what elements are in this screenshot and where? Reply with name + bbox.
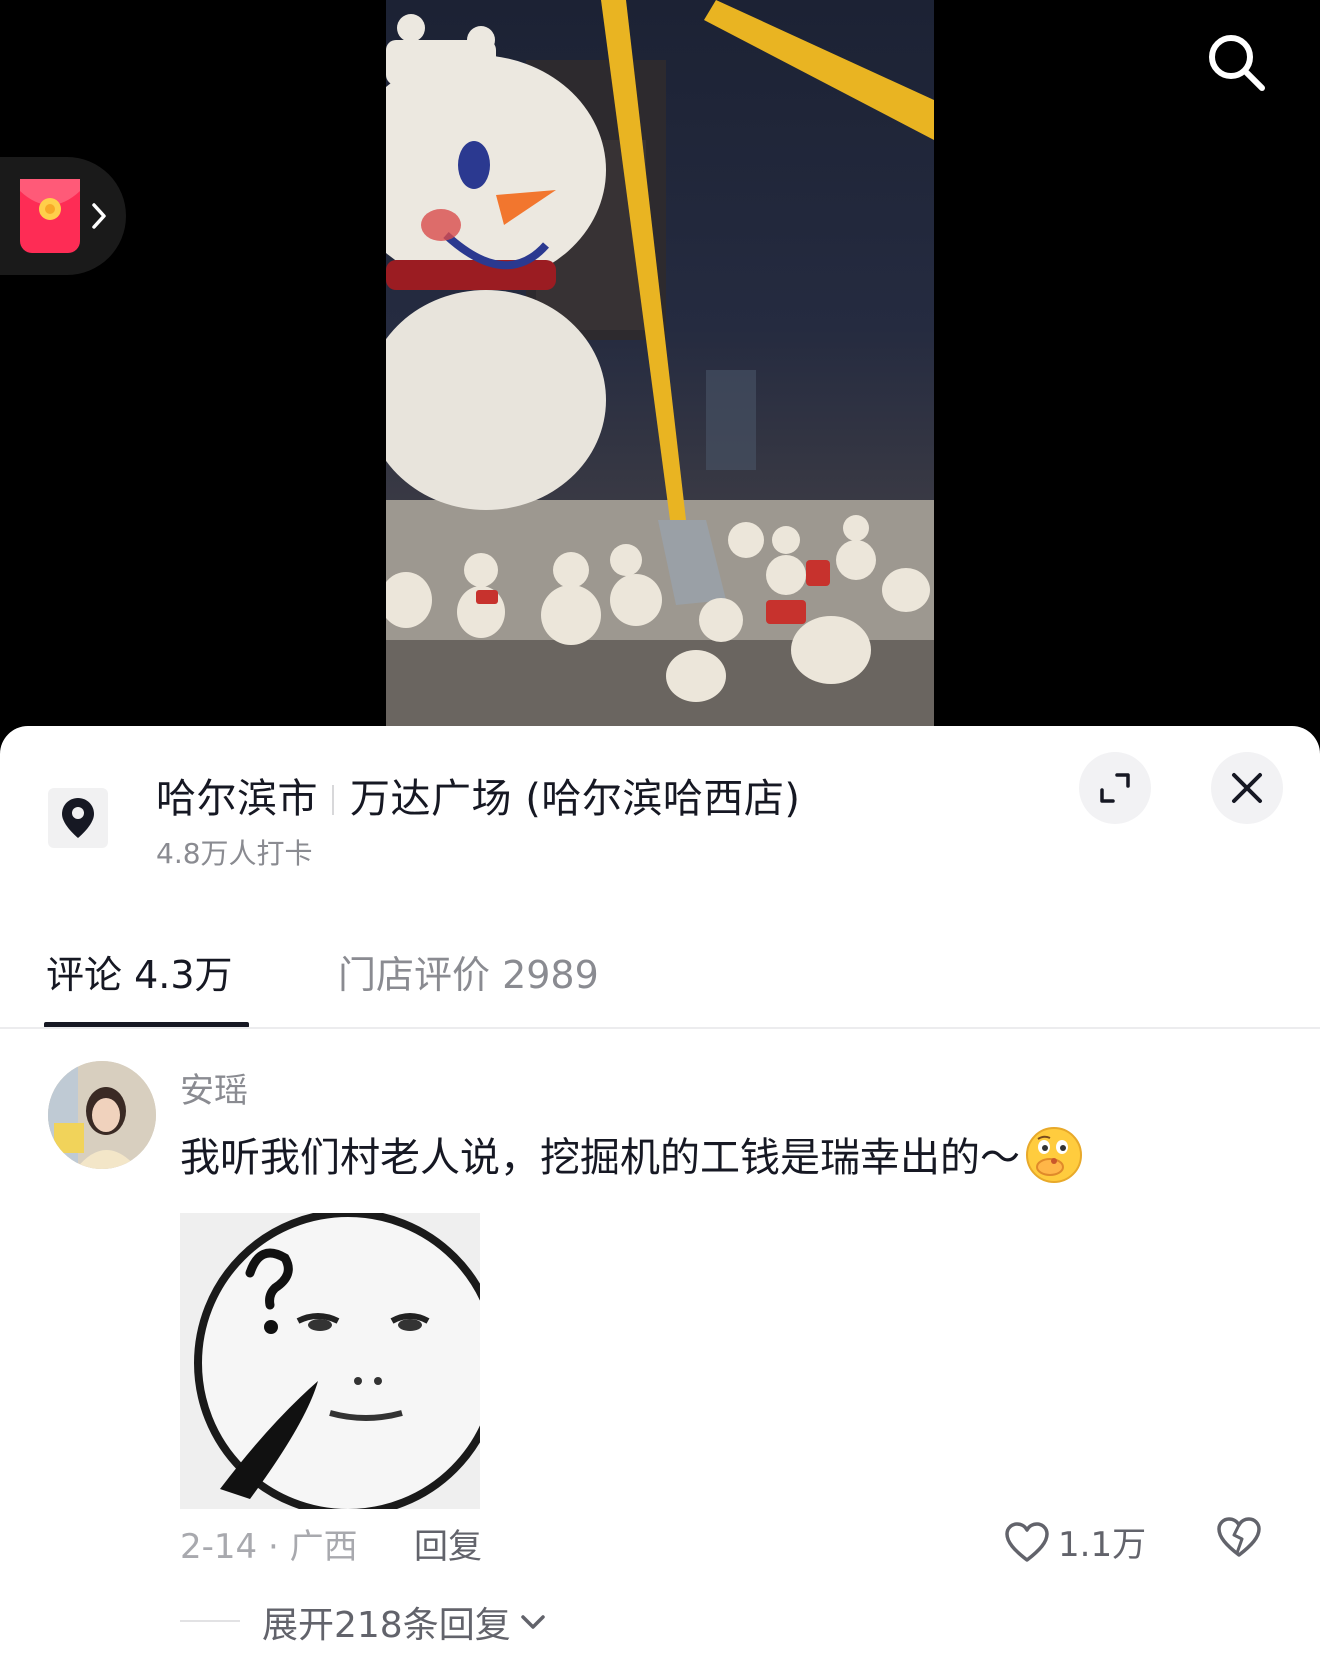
question-face-sticker [180, 1213, 480, 1509]
red-packet-icon [20, 179, 80, 253]
chevron-right-icon [92, 203, 106, 229]
comment-body: 我听我们村老人说，挖掘机的工钱是瑞幸出的～ [180, 1135, 1020, 1181]
broken-heart-icon [1217, 1517, 1261, 1557]
chevron-down-icon [520, 1615, 545, 1629]
comment-text: 我听我们村老人说，挖掘机的工钱是瑞幸出的～ [180, 1125, 1084, 1185]
search-button[interactable] [1200, 26, 1272, 98]
expand-icon [1100, 773, 1130, 803]
poi-city: 哈尔滨市 [156, 776, 318, 822]
reply-button[interactable]: 回复 [414, 1519, 482, 1568]
heart-icon [1005, 1521, 1049, 1562]
thinking-face-emoji [1026, 1127, 1082, 1183]
avatar[interactable] [48, 1061, 156, 1169]
title-divider [332, 785, 334, 815]
poi-title[interactable]: 哈尔滨市 万达广场 (哈尔滨哈西店) [156, 766, 800, 824]
poi-checkins: 4.8万人打卡 [156, 837, 313, 870]
expand-button[interactable] [1079, 752, 1151, 824]
expand-divider-line [180, 1620, 240, 1622]
expand-replies-button[interactable]: 展开218条回复 [262, 1596, 547, 1648]
red-packet-entry[interactable] [0, 157, 126, 275]
poi-header[interactable]: 哈尔滨市 万达广场 (哈尔滨哈西店) 4.8万人打卡 [0, 726, 1320, 876]
close-icon [1232, 773, 1262, 803]
comment-date-location: 2-14 · 广西 [180, 1527, 358, 1567]
tab-comments[interactable]: 评论 4.3万 [46, 944, 233, 999]
like-count: 1.1万 [1058, 1525, 1147, 1565]
expand-replies-label: 展开218条回复 [262, 1605, 511, 1646]
comment-sticker-image[interactable] [180, 1213, 480, 1509]
comment-item: 安瑶 我听我们村老人说，挖掘机的工钱是瑞幸出的～ 2-14 · 广西 回复 1.… [0, 1029, 1320, 1656]
dislike-button[interactable] [1216, 1515, 1262, 1563]
poi-place: 万达广场 (哈尔滨哈西店) [350, 776, 801, 822]
video-scene [386, 0, 934, 730]
comment-username[interactable]: 安瑶 [180, 1063, 248, 1112]
video-player[interactable] [0, 0, 1320, 730]
location-pin-badge [48, 788, 108, 848]
tab-bar: 评论 4.3万 门店评价 2989 [0, 944, 1320, 1014]
tab-store-reviews[interactable]: 门店评价 2989 [338, 944, 599, 999]
like-button[interactable]: 1.1万 [1004, 1517, 1146, 1566]
avatar-photo [48, 1061, 156, 1169]
close-button[interactable] [1211, 752, 1283, 824]
video-frame[interactable] [386, 0, 934, 730]
location-pin-icon [62, 798, 94, 838]
poi-comment-sheet: 哈尔滨市 万达广场 (哈尔滨哈西店) 4.8万人打卡 评论 4.3万 门店评价 2… [0, 726, 1320, 1656]
search-icon [1209, 35, 1265, 91]
